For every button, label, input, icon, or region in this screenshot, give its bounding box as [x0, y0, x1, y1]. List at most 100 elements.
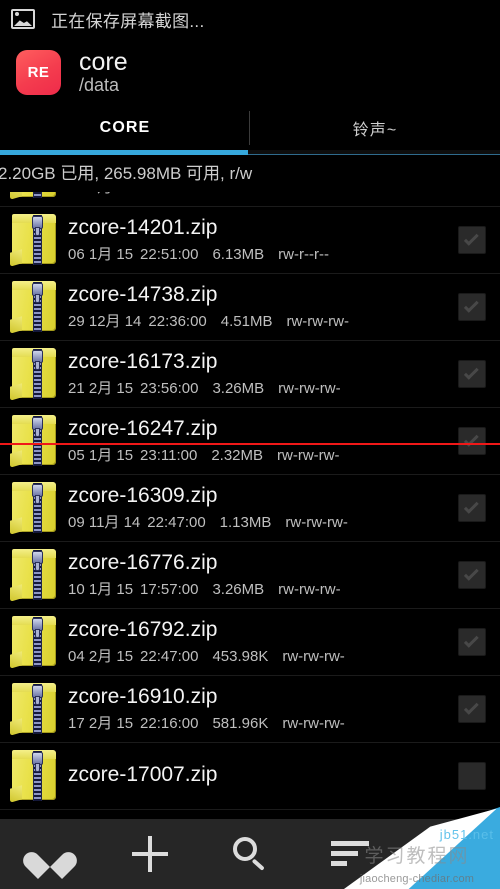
file-date: 21 2月 15: [68, 379, 134, 397]
file-name: zcore-14201.zip: [68, 216, 218, 240]
file-date: 06 1月 15: [68, 245, 134, 263]
file-size: 3.26MB: [212, 580, 265, 598]
file-text-cell: zcore-14198.zip12 1月 1516:16:004.20MBrw-…: [68, 192, 458, 197]
file-name: zcore-16910.zip: [68, 685, 218, 709]
file-time: 22:16:00: [140, 714, 199, 732]
file-icon-cell: [0, 192, 68, 200]
check-icon: [463, 230, 479, 246]
check-icon: [463, 632, 479, 648]
file-text-cell: zcore-14201.zip 06 1月 15 22:51:00 6.13MB rw-…: [68, 216, 458, 264]
file-row[interactable]: zcore-14201.zip 06 1月 15 22:51:00 6.13MB rw-…: [0, 207, 500, 274]
sort-icon: [331, 840, 369, 868]
plus-icon: [132, 836, 168, 872]
file-checkbox[interactable]: [458, 762, 486, 790]
app-logo-icon[interactable]: RE: [16, 49, 61, 95]
bottom-toolbar: [0, 819, 500, 889]
file-icon-cell: [0, 750, 68, 803]
storage-info-bar: 2.20GB 已用, 265.98MB 可用, r/w: [0, 155, 500, 188]
favorites-button[interactable]: [0, 819, 100, 889]
file-row[interactable]: zcore-16910.zip 17 2月 15 22:16:00 581.96K rw…: [0, 676, 500, 743]
zip-folder-icon: [10, 750, 58, 803]
zip-folder-icon: [10, 549, 58, 602]
file-time: 22:36:00: [148, 312, 207, 330]
check-icon: [463, 565, 479, 581]
zip-folder-icon: [10, 281, 58, 334]
file-row[interactable]: zcore-16309.zip 09 11月 14 22:47:00 1.13MB rw…: [0, 475, 500, 542]
zip-folder-icon: [10, 415, 58, 468]
file-size: 1.13MB: [219, 513, 272, 531]
breadcrumb-path: /data: [79, 75, 120, 96]
file-permissions: rw-rw-rw-: [282, 714, 345, 732]
file-text-cell: zcore-16309.zip 09 11月 14 22:47:00 1.13MB rw…: [68, 484, 458, 532]
file-size: 2.32MB: [211, 446, 264, 464]
file-checkbox[interactable]: [458, 628, 486, 656]
file-name: zcore-16309.zip: [68, 484, 218, 508]
search-icon: [233, 837, 267, 871]
header-titles: core /data: [79, 49, 128, 95]
annotation-line: [0, 443, 500, 445]
file-date: 17 2月 15: [68, 714, 134, 732]
tab-ringtone[interactable]: 铃声~: [250, 106, 500, 150]
tab-bar: CORE 铃声~: [0, 106, 500, 150]
tab-indicator-track: [0, 150, 500, 155]
file-row[interactable]: zcore-14198.zip12 1月 1516:16:004.20MBrw-…: [0, 192, 500, 207]
storage-info-text: 2.20GB 已用, 265.98MB 可用, r/w: [0, 164, 253, 183]
file-time: 22:47:00: [147, 513, 206, 531]
zip-folder-icon: [10, 214, 58, 267]
file-checkbox[interactable]: [458, 226, 486, 254]
file-size: 6.13MB: [212, 245, 265, 263]
file-time: 23:56:00: [140, 379, 199, 397]
file-date: 04 2月 15: [68, 647, 134, 665]
zip-folder-icon: [10, 192, 58, 200]
file-row[interactable]: zcore-16776.zip 10 1月 15 17:57:00 3.26MB rw-…: [0, 542, 500, 609]
file-size: 4.20MB: [212, 192, 264, 196]
file-meta: 12 1月 15 16:16:00 4.20MB rw-rw-rw-: [68, 192, 450, 197]
tab-divider: [249, 111, 250, 145]
file-checkbox[interactable]: [458, 561, 486, 589]
file-checkbox[interactable]: [458, 360, 486, 388]
page-title: core: [79, 47, 128, 76]
file-size: 453.98K: [212, 647, 269, 665]
file-permissions: rw-rw-rw-: [278, 192, 340, 196]
file-date: 10 1月 15: [68, 580, 134, 598]
file-size: 3.26MB: [212, 379, 265, 397]
zip-folder-icon: [10, 482, 58, 535]
file-name: zcore-16792.zip: [68, 618, 218, 642]
file-checkbox[interactable]: [458, 293, 486, 321]
file-checkbox[interactable]: [458, 427, 486, 455]
file-name: zcore-17007.zip: [68, 762, 218, 786]
zip-folder-icon: [10, 616, 58, 669]
file-row[interactable]: zcore-16247.zip 05 1月 15 23:11:00 2.32MB rw-…: [0, 408, 500, 475]
file-name: zcore-16247.zip: [68, 417, 218, 441]
file-meta: 09 11月 14 22:47:00 1.13MB rw-rw-rw-: [68, 511, 450, 532]
file-row[interactable]: zcore-16792.zip 04 2月 15 22:47:00 453.98K rw…: [0, 609, 500, 676]
file-icon-cell: [0, 348, 68, 401]
more-button[interactable]: [400, 819, 500, 889]
file-list[interactable]: zcore-14198.zip12 1月 1516:16:004.20MBrw-…: [0, 192, 500, 819]
sort-button[interactable]: [300, 819, 400, 889]
file-meta: 05 1月 15 23:11:00 2.32MB rw-rw-rw-: [68, 444, 450, 465]
file-row[interactable]: zcore-16173.zip 21 2月 15 23:56:00 3.26MB rw-…: [0, 341, 500, 408]
file-icon-cell: [0, 415, 68, 468]
add-button[interactable]: [100, 819, 200, 889]
file-date: 12 1月 15: [68, 192, 133, 196]
file-text-cell: zcore-17007.zip: [68, 763, 458, 790]
file-date: 09 11月 14: [68, 513, 141, 531]
image-icon: [11, 9, 35, 29]
tab-active-indicator: [0, 150, 248, 155]
file-size: 4.51MB: [220, 312, 273, 330]
file-row[interactable]: zcore-17007.zip: [0, 743, 500, 810]
tab-core[interactable]: CORE: [0, 106, 250, 150]
file-text-cell: zcore-14738.zip 29 12月 14 22:36:00 4.51MB rw…: [68, 283, 458, 331]
search-button[interactable]: [200, 819, 300, 889]
file-time: 23:11:00: [140, 446, 198, 464]
status-bar-text: 正在保存屏幕截图...: [51, 11, 205, 31]
file-row[interactable]: zcore-14738.zip 29 12月 14 22:36:00 4.51MB rw…: [0, 274, 500, 341]
file-name: zcore-14738.zip: [68, 283, 218, 307]
file-text-cell: zcore-16776.zip 10 1月 15 17:57:00 3.26MB rw-…: [68, 551, 458, 599]
file-checkbox[interactable]: [458, 494, 486, 522]
file-icon-cell: [0, 616, 68, 669]
check-icon: [463, 364, 479, 380]
file-checkbox[interactable]: [458, 695, 486, 723]
file-text-cell: zcore-16173.zip 21 2月 15 23:56:00 3.26MB rw-…: [68, 350, 458, 398]
